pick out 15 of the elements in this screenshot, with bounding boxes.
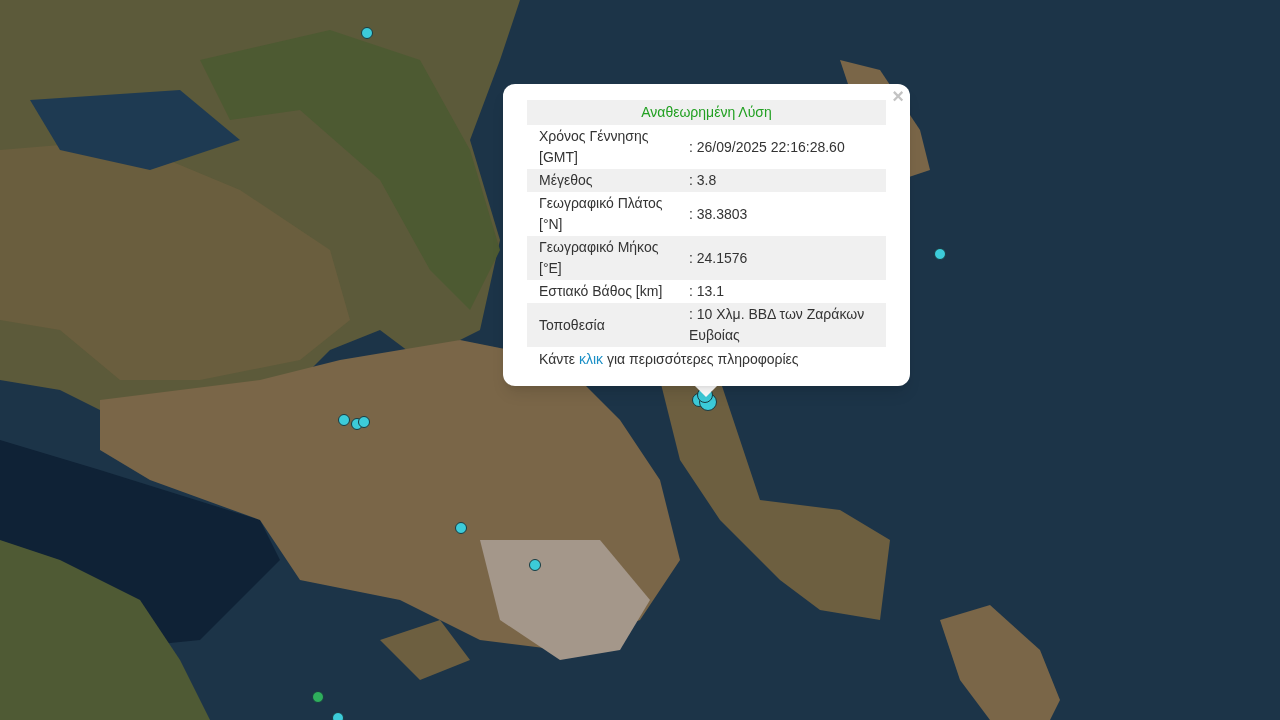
field-value: : 3.8 bbox=[689, 171, 718, 190]
popup-footer-text: Κάντε κλικ για περισσότερες πληροφορίες bbox=[538, 350, 800, 369]
popup-title: Αναθεωρημένη Λύση bbox=[527, 100, 886, 125]
field-label: Γεωγραφικό Πλάτος [°N] bbox=[538, 194, 664, 234]
field-value: : 13.1 bbox=[689, 282, 726, 301]
field-label: Γεωγραφικό Μήκος [°E] bbox=[538, 238, 660, 278]
field-label: Μέγεθος bbox=[538, 171, 594, 190]
field-value: : 10 Χλμ. ΒΒΔ των Ζαράκων Ευβοίας bbox=[689, 305, 866, 345]
field-value: : 26/09/2025 22:16:28.60 bbox=[689, 137, 846, 157]
more-info-link[interactable]: κλικ bbox=[578, 351, 604, 367]
field-value: : 24.1576 bbox=[689, 248, 749, 268]
field-value: : 38.3803 bbox=[689, 204, 749, 224]
field-label: Τοποθεσία bbox=[538, 315, 606, 335]
field-label: Εστιακό Βάθος [km] bbox=[538, 282, 664, 301]
field-label: Χρόνος Γέννησης [GMT] bbox=[538, 127, 650, 167]
